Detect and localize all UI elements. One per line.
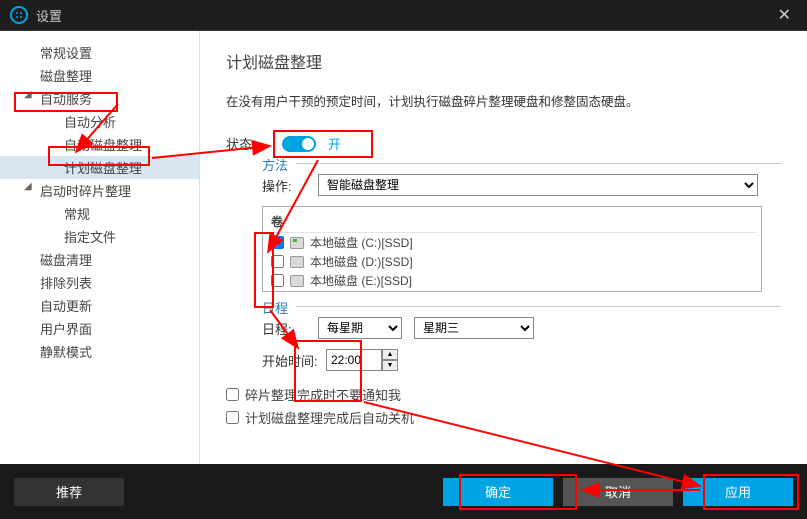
- sidebar-item-3[interactable]: 自动分析: [0, 110, 199, 133]
- schedule-time-row: 开始时间: ▲ ▼: [262, 349, 781, 371]
- tree-toggle-icon[interactable]: ◢: [24, 181, 32, 192]
- state-row: 状态: 开: [226, 134, 781, 153]
- sidebar-item-label: 排除列表: [40, 276, 92, 291]
- titlebar: 设置 ✕: [0, 0, 807, 30]
- shutdown-checkbox[interactable]: [226, 411, 239, 424]
- sidebar-item-label: 静默模式: [40, 345, 92, 360]
- sidebar: 常规设置磁盘整理 ◢ 自动服务自动分析自动磁盘整理计划磁盘整理 ◢ 启动时碎片整理常规指…: [0, 31, 200, 464]
- page-title: 计划磁盘整理: [226, 49, 781, 73]
- schedule-legend: 日程: [262, 298, 296, 317]
- volume-row: 本地磁盘 (D:)[SSD]: [267, 252, 757, 271]
- sidebar-item-label: 指定文件: [64, 230, 116, 245]
- apply-button[interactable]: 应用: [683, 478, 793, 506]
- sidebar-item-1[interactable]: 磁盘整理: [0, 64, 199, 87]
- volume-name: 本地磁盘 (D:)[SSD]: [310, 253, 413, 270]
- time-up-button[interactable]: ▲: [382, 349, 398, 360]
- sidebar-item-6[interactable]: ◢ 启动时碎片整理: [0, 179, 199, 202]
- volume-checkbox[interactable]: [271, 236, 284, 249]
- volumes-header: 卷: [267, 211, 757, 233]
- time-input[interactable]: [326, 349, 382, 371]
- time-label: 开始时间:: [262, 351, 326, 370]
- sidebar-item-4[interactable]: 自动磁盘整理: [0, 133, 199, 156]
- shutdown-row: 计划磁盘整理完成后自动关机: [226, 408, 781, 427]
- sidebar-item-11[interactable]: 自动更新: [0, 294, 199, 317]
- sidebar-item-8[interactable]: 指定文件: [0, 225, 199, 248]
- volume-checkbox[interactable]: [271, 274, 284, 287]
- window-title: 设置: [36, 6, 62, 25]
- sidebar-item-label: 磁盘清理: [40, 253, 92, 268]
- state-label: 状态:: [226, 134, 282, 153]
- action-row: 操作: 智能磁盘整理: [262, 174, 781, 196]
- schedule-fieldset: 日程 日程: 每星期 星期三 开始时间: ▲ ▼: [262, 306, 781, 371]
- close-button[interactable]: ✕: [772, 3, 797, 27]
- page-description: 在没有用户干预的预定时间，计划执行磁盘碎片整理硬盘和修整固态硬盘。: [226, 91, 781, 110]
- content-panel: 计划磁盘整理 在没有用户干预的预定时间，计划执行磁盘碎片整理硬盘和修整固态硬盘。…: [200, 31, 807, 464]
- recommend-button[interactable]: 推荐: [14, 478, 124, 506]
- frequency-select[interactable]: 每星期: [318, 317, 402, 339]
- volume-row: 本地磁盘 (C:)[SSD]: [267, 233, 757, 252]
- sidebar-item-label: 自动服务: [40, 92, 92, 107]
- sidebar-item-label: 磁盘整理: [40, 69, 92, 84]
- drive-icon: [290, 275, 304, 287]
- footer: 推荐 确定 取消 应用: [0, 464, 807, 519]
- sidebar-item-12[interactable]: 用户界面: [0, 317, 199, 340]
- day-select[interactable]: 星期三: [414, 317, 534, 339]
- volume-row: 本地磁盘 (E:)[SSD]: [267, 271, 757, 290]
- drive-icon: [290, 256, 304, 268]
- sidebar-item-13[interactable]: 静默模式: [0, 340, 199, 363]
- action-select[interactable]: 智能磁盘整理: [318, 174, 758, 196]
- sidebar-item-9[interactable]: 磁盘清理: [0, 248, 199, 271]
- sidebar-item-5[interactable]: 计划磁盘整理: [0, 156, 199, 179]
- tree-toggle-icon[interactable]: ◢: [24, 89, 32, 100]
- sidebar-item-label: 自动更新: [40, 299, 92, 314]
- main-area: 常规设置磁盘整理◢自动服务自动分析自动磁盘整理计划磁盘整理◢启动时碎片整理常规指…: [0, 30, 807, 464]
- sidebar-item-2[interactable]: ◢ 自动服务: [0, 87, 199, 110]
- sidebar-item-label: 自动磁盘整理: [64, 138, 142, 153]
- sidebar-item-7[interactable]: 常规: [0, 202, 199, 225]
- volume-name: 本地磁盘 (C:)[SSD]: [310, 234, 413, 251]
- shutdown-label: 计划磁盘整理完成后自动关机: [245, 408, 414, 427]
- sidebar-item-label: 用户界面: [40, 322, 92, 337]
- sidebar-item-0[interactable]: 常规设置: [0, 41, 199, 64]
- method-legend: 方法: [262, 155, 296, 174]
- sidebar-item-label: 启动时碎片整理: [40, 184, 131, 199]
- date-label: 日程:: [262, 319, 318, 338]
- sidebar-item-10[interactable]: 排除列表: [0, 271, 199, 294]
- sidebar-item-label: 计划磁盘整理: [64, 161, 142, 176]
- schedule-date-row: 日程: 每星期 星期三: [262, 317, 781, 339]
- ok-button[interactable]: 确定: [443, 478, 553, 506]
- volume-checkbox[interactable]: [271, 255, 284, 268]
- state-toggle[interactable]: [282, 136, 316, 152]
- no-notify-checkbox[interactable]: [226, 388, 239, 401]
- method-fieldset: 方法 操作: 智能磁盘整理 卷 本地磁盘 (C:)[SSD]本地磁盘 (D:)[…: [262, 163, 781, 292]
- volumes-list: 卷 本地磁盘 (C:)[SSD] 本地磁盘 (D:)[SSD] 本地磁盘 (E:)[…: [262, 206, 762, 292]
- time-spinner[interactable]: ▲ ▼: [326, 349, 398, 371]
- cancel-button[interactable]: 取消: [563, 478, 673, 506]
- sidebar-item-label: 常规设置: [40, 46, 92, 61]
- sidebar-item-label: 常规: [64, 207, 90, 222]
- time-down-button[interactable]: ▼: [382, 360, 398, 371]
- no-notify-row: 碎片整理完成时不要通知我: [226, 385, 781, 404]
- no-notify-label: 碎片整理完成时不要通知我: [245, 385, 401, 404]
- volume-name: 本地磁盘 (E:)[SSD]: [310, 272, 412, 289]
- action-label: 操作:: [262, 176, 318, 195]
- sidebar-item-label: 自动分析: [64, 115, 116, 130]
- drive-icon: [290, 237, 304, 249]
- app-logo-icon: [10, 6, 28, 24]
- toggle-on-label: 开: [328, 134, 341, 153]
